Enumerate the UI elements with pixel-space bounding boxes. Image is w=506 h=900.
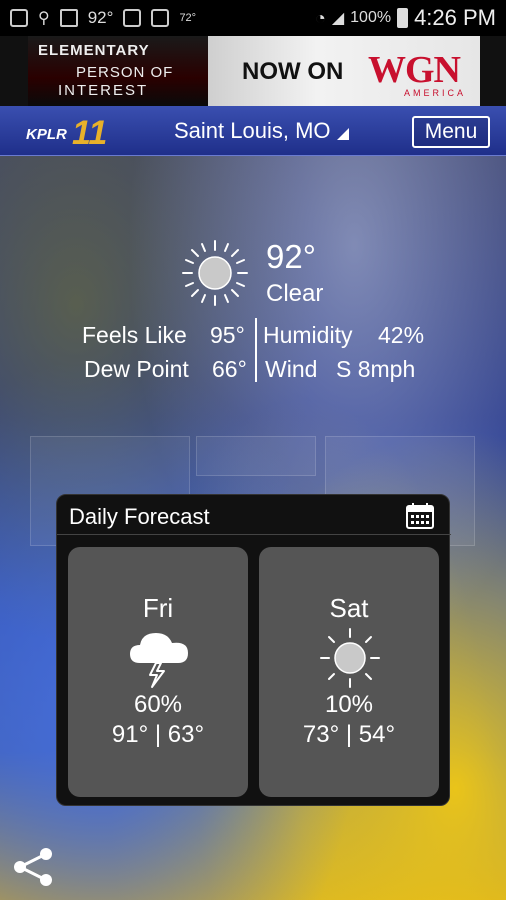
gallery-icon xyxy=(151,9,170,27)
ad-network-sub: AMERICA xyxy=(404,88,467,98)
ad-show2-line1: PERSON OF xyxy=(76,64,174,81)
wifi-icon: ◔ xyxy=(314,7,326,28)
logo-number: 11 xyxy=(72,114,108,152)
status-bar: ⚲ 92° 72° ◔ ◢ 100% 4:26 PM xyxy=(0,0,506,36)
back-icon xyxy=(10,9,28,27)
ad-cta: NOW ON xyxy=(242,58,344,85)
current-condition: Clear xyxy=(266,280,324,307)
status-time: 4:26 PM xyxy=(414,5,496,30)
day-hi-lo: 91° | 63° xyxy=(111,721,205,748)
day-card-sat[interactable]: Sat 10% 73° | 54° xyxy=(259,547,439,797)
stats-divider xyxy=(255,318,257,382)
wind-label: Wind xyxy=(265,356,318,382)
usb-icon: ⚲ xyxy=(38,10,50,27)
daily-forecast-title: Daily Forecast xyxy=(69,504,210,529)
daily-forecast-header: Daily Forecast xyxy=(57,495,451,535)
battery-icon xyxy=(397,8,409,28)
day-name: Fri xyxy=(142,593,174,623)
ad-show-title: ELEMENTARY xyxy=(38,42,150,59)
ghost-panel xyxy=(196,436,316,476)
station-logo[interactable]: KPLR 11 xyxy=(22,114,122,152)
location-label: Saint Louis, MO xyxy=(174,118,331,143)
ad-show-panel: ELEMENTARY PERSON OF INTEREST xyxy=(28,36,208,106)
dropdown-caret-icon xyxy=(336,128,349,140)
signal-icon: ◢ xyxy=(331,10,345,27)
sun-icon xyxy=(320,628,380,688)
feels-like-value: 95° xyxy=(210,322,245,348)
humidity-value: 42% xyxy=(378,322,425,348)
sun-icon xyxy=(182,240,248,306)
dew-point-value: 66° xyxy=(212,356,247,382)
location-selector[interactable]: Saint Louis, MO xyxy=(174,118,349,144)
daily-forecast-panel: Daily Forecast Fri 60% 91° | 63° Sat 10%… xyxy=(56,494,451,806)
share-icon[interactable] xyxy=(12,846,56,888)
humidity-label: Humidity xyxy=(263,322,353,348)
notification-icon xyxy=(59,9,78,27)
day-precip: 60% xyxy=(133,691,183,718)
battery-percent: 100% xyxy=(350,9,392,26)
app-header: KPLR 11 Saint Louis, MO Menu xyxy=(0,106,506,156)
feels-like-label: Feels Like xyxy=(82,322,187,348)
image-icon xyxy=(123,9,142,27)
status-temp: 92° xyxy=(87,8,114,27)
dew-point-label: Dew Point xyxy=(84,356,189,382)
day-card-fri[interactable]: Fri 60% 91° | 63° xyxy=(68,547,248,797)
ad-network: WGN xyxy=(368,49,461,91)
thunderstorm-icon xyxy=(130,633,188,688)
day-precip: 10% xyxy=(324,691,374,718)
logo-text: KPLR xyxy=(26,126,67,143)
calendar-icon[interactable] xyxy=(405,502,435,530)
status-mini-temp: 72° xyxy=(179,12,197,24)
menu-button[interactable]: Menu xyxy=(412,116,490,148)
day-name: Sat xyxy=(329,593,369,623)
wind-value: S 8mph xyxy=(336,356,416,382)
ad-banner[interactable]: ELEMENTARY PERSON OF INTEREST NOW ON WGN… xyxy=(0,36,506,106)
current-temperature: 92° xyxy=(266,238,316,275)
ad-show2-line2: INTEREST xyxy=(58,82,149,99)
day-hi-lo: 73° | 54° xyxy=(302,721,396,748)
ad-network-panel: NOW ON WGN AMERICA xyxy=(208,36,480,106)
